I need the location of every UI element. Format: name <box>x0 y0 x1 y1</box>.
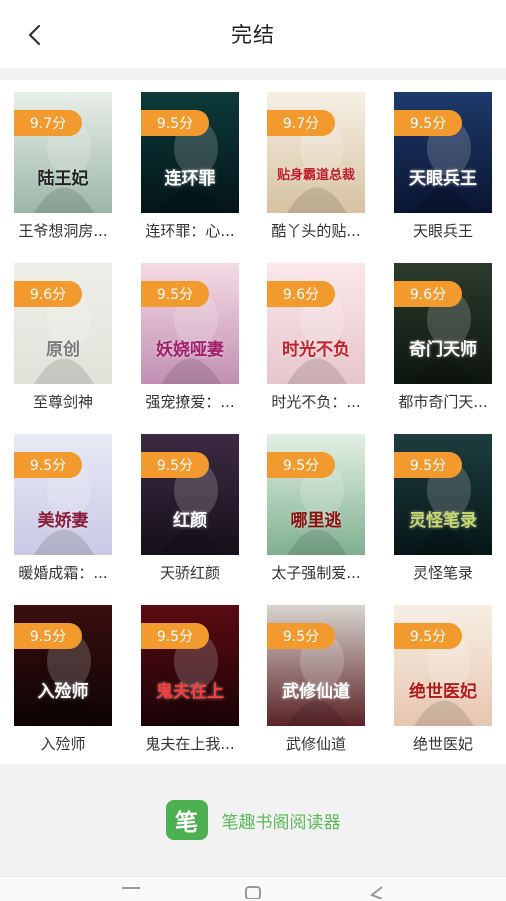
book-item[interactable]: 天眼兵王 9.5分天眼兵王 <box>380 80 506 251</box>
rating-badge: 9.5分 <box>267 623 335 649</box>
home-icon[interactable] <box>243 885 263 899</box>
book-item[interactable]: 鬼夫在上 9.5分鬼夫在上我... <box>127 593 253 764</box>
page-title: 完结 <box>231 23 275 47</box>
book-title: 连环罪：心... <box>145 222 235 240</box>
book-item[interactable]: 美娇妻 9.5分暖婚成霜：... <box>0 422 126 593</box>
rating-badge: 9.5分 <box>141 623 209 649</box>
rating-badge: 9.5分 <box>141 452 209 478</box>
book-cover[interactable]: 武修仙道 9.5分 <box>267 605 365 726</box>
rating-badge: 9.7分 <box>267 110 335 136</box>
rating-badge: 9.5分 <box>141 281 209 307</box>
rating-badge: 9.6分 <box>14 281 82 307</box>
book-title: 天眼兵王 <box>412 222 473 240</box>
cover-title-art: 入殓师 <box>37 682 89 702</box>
book-item[interactable]: 时光不负 9.6分时光不负：... <box>253 251 379 422</box>
book-title: 时光不负：... <box>271 393 361 411</box>
book-cover[interactable]: 贴身霸道总裁 9.7分 <box>267 92 365 213</box>
book-cover[interactable]: 绝世医妃 9.5分 <box>394 605 492 726</box>
rating-badge: 9.5分 <box>394 452 462 478</box>
cover-title-art: 奇门天师 <box>409 340 477 360</box>
book-title: 鬼夫在上我... <box>145 735 235 753</box>
book-cover[interactable]: 陆王妃 9.7分 <box>14 92 112 213</box>
app-name: 笔趣书阁阅读器 <box>221 812 341 833</box>
book-title: 天骄红颜 <box>159 564 220 582</box>
book-item[interactable]: 贴身霸道总裁 9.7分酷丫头的贴... <box>253 80 379 251</box>
book-title: 暖婚成霜：... <box>18 564 108 582</box>
cover-title-art: 陆王妃 <box>37 169 89 189</box>
rating-badge: 9.5分 <box>394 623 462 649</box>
cover-title-art: 时光不负 <box>282 340 350 360</box>
book-item[interactable]: 原创 9.6分至尊剑神 <box>0 251 126 422</box>
rating-badge: 9.6分 <box>394 281 462 307</box>
cover-title-art: 灵怪笔录 <box>409 511 477 531</box>
book-cover[interactable]: 时光不负 9.6分 <box>267 263 365 384</box>
book-cover[interactable]: 天眼兵王 9.5分 <box>394 92 492 213</box>
app-banner[interactable]: 笔 笔趣书阁阅读器 <box>0 764 506 876</box>
cover-title-art: 连环罪 <box>164 169 216 189</box>
book-title: 王爷想洞房... <box>18 222 108 240</box>
menu-icon[interactable] <box>120 885 142 899</box>
book-grid: 陆王妃 9.7分 王爷想洞房... 连环罪 9.5分 连环罪：心... 贴身霸道总裁 9.7分… <box>0 80 506 764</box>
book-cover[interactable]: 红颜 9.5分 <box>141 434 239 555</box>
book-title: 都市奇门天... <box>398 393 488 411</box>
book-item[interactable]: 奇门天师 9.6分都市奇门天... <box>380 251 506 422</box>
book-title: 至尊剑神 <box>32 393 93 411</box>
cover-title-art: 哪里逃 <box>290 511 342 531</box>
cover-title-art: 原创 <box>46 340 80 360</box>
book-item[interactable]: 入殓师 9.5分入殓师 <box>0 593 126 764</box>
book-cover[interactable]: 灵怪笔录 9.5分 <box>394 434 492 555</box>
rating-badge: 9.5分 <box>14 452 82 478</box>
rating-badge: 9.5分 <box>141 110 209 136</box>
book-cover[interactable]: 鬼夫在上 9.5分 <box>141 605 239 726</box>
book-cover[interactable]: 妖娆哑妻 9.5分 <box>141 263 239 384</box>
book-item[interactable]: 连环罪 9.5分连环罪：心... <box>127 80 253 251</box>
header-divider <box>0 68 506 80</box>
book-item[interactable]: 绝世医妃 9.5分绝世医妃 <box>380 593 506 764</box>
book-cover[interactable]: 入殓师 9.5分 <box>14 605 112 726</box>
book-title: 强宠撩爱：... <box>145 393 235 411</box>
system-nav-bar <box>0 876 506 901</box>
back-nav-icon[interactable] <box>366 885 386 899</box>
book-cover[interactable]: 连环罪 9.5分 <box>141 92 239 213</box>
rating-badge: 9.7分 <box>14 110 82 136</box>
book-item[interactable]: 红颜 9.5分天骄红颜 <box>127 422 253 593</box>
book-title: 灵怪笔录 <box>412 564 473 582</box>
cover-title-art: 贴身霸道总裁 <box>276 168 355 183</box>
book-title: 武修仙道 <box>285 735 346 753</box>
book-item[interactable]: 妖娆哑妻 9.5分强宠撩爱：... <box>127 251 253 422</box>
book-title: 太子强制爱... <box>271 564 361 582</box>
cover-title-art: 天眼兵王 <box>409 169 477 189</box>
cover-title-art: 美娇妻 <box>37 511 89 531</box>
book-cover[interactable]: 美娇妻 9.5分 <box>14 434 112 555</box>
cover-title-art: 鬼夫在上 <box>156 682 224 702</box>
back-button[interactable] <box>20 20 50 50</box>
cover-title-art: 绝世医妃 <box>409 682 477 702</box>
rating-badge: 9.5分 <box>394 110 462 136</box>
book-item[interactable]: 武修仙道 9.5分武修仙道 <box>253 593 379 764</box>
rating-badge: 9.6分 <box>267 281 335 307</box>
book-title: 酷丫头的贴... <box>271 222 361 240</box>
cover-title-art: 武修仙道 <box>282 682 350 702</box>
app-logo: 笔 <box>165 800 208 840</box>
book-title: 入殓师 <box>40 735 86 753</box>
book-item[interactable]: 陆王妃 9.7分王爷想洞房... <box>0 80 126 251</box>
header-bar: 完结 <box>0 0 506 68</box>
book-item[interactable]: 哪里逃 9.5分太子强制爱... <box>253 422 379 593</box>
rating-badge: 9.5分 <box>14 623 82 649</box>
book-title: 绝世医妃 <box>412 735 473 753</box>
rating-badge: 9.5分 <box>267 452 335 478</box>
book-cover[interactable]: 哪里逃 9.5分 <box>267 434 365 555</box>
cover-title-art: 红颜 <box>173 511 207 531</box>
book-cover[interactable]: 原创 9.6分 <box>14 263 112 384</box>
book-item[interactable]: 灵怪笔录 9.5分灵怪笔录 <box>380 422 506 593</box>
cover-title-art: 妖娆哑妻 <box>156 340 224 360</box>
chevron-left-icon <box>28 24 41 46</box>
book-cover[interactable]: 奇门天师 9.6分 <box>394 263 492 384</box>
